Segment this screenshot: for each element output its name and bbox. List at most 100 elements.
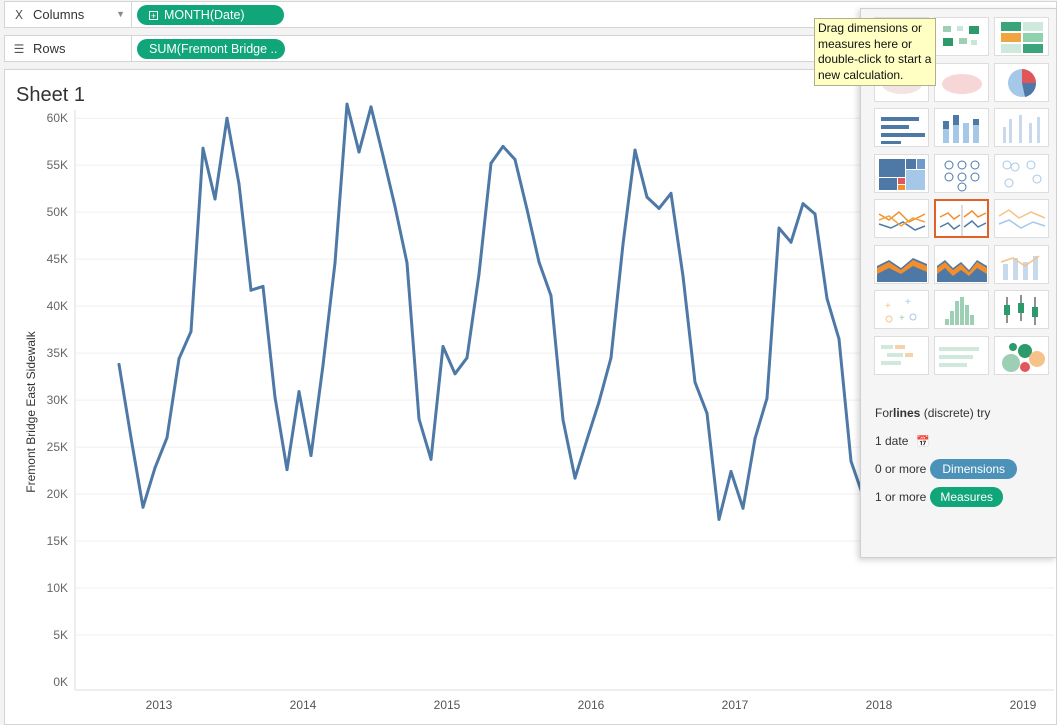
dimensions-pill: Dimensions [930,459,1018,479]
data-point [189,330,193,333]
tooltip: Drag dimensions or measures here or doub… [814,18,936,86]
data-point [705,411,709,415]
data-point [537,260,541,264]
data-point [753,437,757,441]
filled-map-icon[interactable] [934,62,989,102]
show-me-hint: For lines (discrete) try 1 date 📅 0 or m… [875,399,1055,511]
data-point [129,436,133,440]
measures-pill: Measures [930,487,1004,507]
area-continuous-icon[interactable] [874,244,929,284]
data-point [357,150,361,154]
bullet-graph-icon[interactable] [934,335,989,375]
data-point [477,272,481,276]
highlight-table-icon[interactable] [994,17,1049,56]
circle-views-icon-graphic [944,160,980,191]
side-by-side-bars-icon[interactable] [994,108,1049,147]
y-tick-label: 10K [47,581,68,595]
rows-pill-sum-fremont[interactable]: SUM(Fremont Bridge .. [137,39,285,59]
hint-date-text: 1 date [875,434,909,448]
dual-combination-icon[interactable] [994,244,1049,284]
rows-icon: ☰ [13,41,25,56]
columns-shelf-label-area: Ⅹ Columns ▼ [5,2,132,27]
series-line [117,102,865,521]
gantt-chart-icon[interactable] [874,335,929,375]
circle-views-icon[interactable] [934,153,989,193]
data-point [693,380,697,384]
svg-text:+: + [885,301,891,312]
area-discrete-icon-graphic [937,259,987,282]
data-point [837,337,841,341]
data-point [117,362,121,366]
packed-bubbles-icon[interactable] [994,335,1049,375]
y-tick-label: 0K [53,675,68,689]
area-continuous-icon-graphic [877,257,927,282]
data-point [465,356,469,360]
discrete-lines-icon-graphic [939,205,987,236]
data-point [273,395,277,399]
hint-title-suffix: (discrete) try [920,406,991,420]
heat-map-icon[interactable] [934,17,989,56]
scatter-plot-icon[interactable]: + + + [874,290,929,329]
continuous-lines-icon-graphic [878,210,926,231]
box-plot-icon-graphic [1004,295,1038,325]
data-point [621,242,625,246]
tooltip-line-3: double-click to start a [818,52,932,66]
data-point [669,191,673,195]
x-tick-label: 2016 [578,698,605,712]
data-point [321,363,325,367]
show-me-panel[interactable]: + + + For lines (discrete) try 1 date 📅 0 … [860,8,1057,558]
data-point [657,206,661,210]
data-point [309,454,313,457]
data-point [213,197,217,201]
hint-title-prefix: For [875,406,893,420]
data-point [585,438,589,442]
histogram-icon-graphic [945,297,974,325]
columns-label: Columns [33,7,85,22]
tooltip-line-1: Drag dimensions or [818,21,923,35]
discrete-lines-icon[interactable] [934,199,989,238]
data-point [573,476,577,480]
pie-chart-icon[interactable] [994,62,1049,102]
area-discrete-icon[interactable] [934,244,989,284]
calendar-icon: 📅 [916,435,931,448]
columns-pill-month-date[interactable]: + MONTH(Date) [137,5,284,25]
chevron-down-icon[interactable]: ▼ [116,9,125,19]
x-tick-label: 2017 [722,698,749,712]
gantt-chart-icon-graphic [881,344,913,365]
treemap-icon-graphic [879,158,925,190]
y-tick-label: 45K [47,252,68,266]
data-point [165,436,169,440]
continuous-lines-icon[interactable] [874,199,929,238]
columns-pill-label: MONTH(Date) [164,8,245,22]
y-tick-label: 30K [47,393,68,407]
hint-date-row: 1 date 📅 [875,427,1055,455]
stacked-bars-icon[interactable] [934,108,989,147]
horizontal-bars-icon[interactable] [874,108,929,147]
x-tick-label: 2013 [146,698,173,712]
y-axis-title: Fremont Bridge East Sidewalk [24,330,38,492]
x-tick-label: 2014 [290,698,317,712]
side-by-side-circles-icon-graphic [1002,160,1042,187]
dual-lines-icon[interactable] [994,199,1049,238]
data-point [561,418,565,422]
data-point [525,207,529,211]
treemap-icon[interactable] [874,153,929,193]
columns-icon: Ⅹ [14,7,24,22]
data-point [177,357,181,361]
data-point [429,457,433,461]
data-point [645,195,649,199]
data-point [777,226,781,230]
svg-text:+: + [899,313,905,324]
data-point [597,400,601,404]
data-point [201,146,205,150]
data-point [393,205,397,208]
expand-plus-icon[interactable]: + [149,10,158,20]
heat-map-icon-graphic [943,26,979,46]
box-plot-icon[interactable] [994,290,1049,329]
hint-dimensions-text: 0 or more [875,462,927,476]
horizontal-bars-icon-graphic [881,117,925,144]
histogram-icon[interactable] [934,290,989,329]
bullet-graph-icon-graphic [939,346,979,367]
side-by-side-circles-icon[interactable] [994,153,1049,193]
scatter-plot-icon-graphic: + ++ [885,297,917,324]
